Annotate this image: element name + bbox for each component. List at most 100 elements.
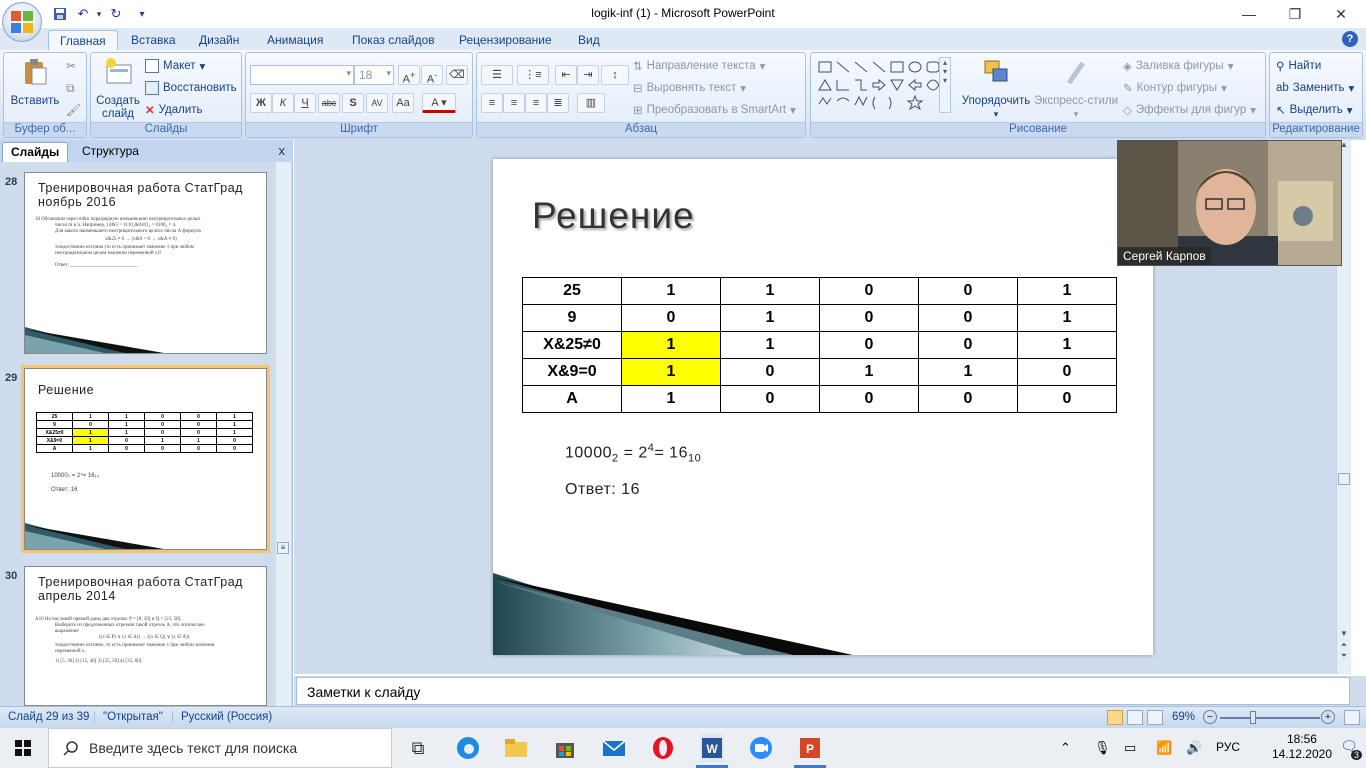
tab-outline[interactable]: Структура xyxy=(74,142,147,162)
close-button[interactable]: ✕ xyxy=(1318,0,1364,28)
smartart-button[interactable]: ⊞ Преобразовать в SmartArt ▾ xyxy=(633,103,796,117)
task-view-icon[interactable]: ⧉ xyxy=(404,734,432,762)
cut-icon[interactable]: ✂ xyxy=(66,59,76,73)
slide-thumbnail-30[interactable]: Тренировочная работа СтатГрад апрель 201… xyxy=(24,566,267,706)
layout-button[interactable]: Макет ▾ xyxy=(145,59,205,73)
truth-table[interactable]: 25 1 1 0 0 1 9 0 1 0 0 1 X&25≠0 1 1 0 0 1 X&9=0 1 0 1 1 0 A 1 0 0 0 0 xyxy=(522,277,1117,413)
table-cell[interactable]: 1 xyxy=(720,331,820,359)
underline-icon[interactable]: Ч xyxy=(294,93,316,113)
shadow-icon[interactable]: S xyxy=(342,93,364,113)
replace-button[interactable]: ab Заменить ▾ xyxy=(1276,81,1354,95)
grow-font-icon[interactable]: A+ xyxy=(398,65,420,86)
zoom-out-icon[interactable]: − xyxy=(1203,710,1217,724)
theme-name[interactable]: "Открытая" xyxy=(94,711,163,723)
zoom-in-icon[interactable]: + xyxy=(1321,710,1335,724)
table-cell[interactable]: 1 xyxy=(621,385,721,413)
char-spacing-icon[interactable]: AV xyxy=(366,93,388,113)
strikethrough-icon[interactable]: abc xyxy=(318,93,340,113)
table-cell[interactable]: 1 xyxy=(621,277,721,305)
notes-field[interactable]: Заметки к слайду xyxy=(296,677,1350,705)
table-cell[interactable]: 0 xyxy=(621,304,721,332)
paste-button[interactable]: Вставить xyxy=(8,57,62,108)
row-header-cell[interactable]: X&25≠0 xyxy=(522,331,622,359)
align-text-button[interactable]: ⊟ Выровнять текст ▾ xyxy=(633,81,746,95)
align-right-icon[interactable]: ≡ xyxy=(525,93,547,113)
delete-button[interactable]: ✕ Удалить xyxy=(145,103,203,117)
zoom-slider[interactable] xyxy=(1220,717,1320,719)
microphone-icon[interactable]: 🎙 xyxy=(1094,740,1111,756)
shapes-gallery-more-icon[interactable]: ▴ ▾ ▾ xyxy=(939,57,951,113)
table-cell[interactable]: 0 xyxy=(918,331,1018,359)
table-cell[interactable]: 0 xyxy=(1017,358,1117,386)
help-icon[interactable]: ? xyxy=(1342,31,1358,47)
volume-icon[interactable]: 🔊 xyxy=(1186,740,1202,756)
clear-format-icon[interactable]: ⌫ xyxy=(446,65,468,85)
font-family-select[interactable]: ▾ xyxy=(250,65,354,85)
tab-home[interactable]: Главная xyxy=(48,30,118,50)
scroll-thumb[interactable]: ≡ xyxy=(277,542,289,554)
row-header-cell[interactable]: A xyxy=(522,385,622,413)
table-cell[interactable]: 1 xyxy=(1017,304,1117,332)
zoom-slider-thumb[interactable] xyxy=(1250,711,1256,724)
numbering-icon[interactable]: ⋮≡ xyxy=(517,65,549,85)
table-cell[interactable]: 0 xyxy=(819,331,919,359)
slide-thumbnail-28[interactable]: Тренировочная работа СтатГрад ноябрь 201… xyxy=(24,172,267,354)
shape-outline-button[interactable]: ✎ Контур фигуры ▾ xyxy=(1123,81,1227,95)
file-explorer-icon[interactable] xyxy=(502,734,530,762)
input-language[interactable]: РУС xyxy=(1216,740,1240,754)
table-cell[interactable]: 1 xyxy=(918,358,1018,386)
zoom-level[interactable]: 69% xyxy=(1172,711,1195,723)
restore-button[interactable]: ❐ xyxy=(1272,0,1318,28)
format-painter-icon[interactable]: 🖌 xyxy=(66,103,81,117)
bullets-icon[interactable]: ☰ xyxy=(481,65,513,85)
table-cell[interactable]: 1 xyxy=(720,304,820,332)
scroll-thumb[interactable] xyxy=(1338,473,1350,485)
line-spacing-icon[interactable]: ↕ xyxy=(601,65,629,85)
slide-thumbnail-29[interactable]: Решение 25 1 1 0 0 1 9 0 1 0 0 1 X&25≠0 1 1 0 0 1 X&9=0 1 0 1… xyxy=(21,365,270,553)
normal-view-icon[interactable] xyxy=(1107,710,1123,725)
shapes-gallery[interactable] xyxy=(817,59,957,115)
show-hidden-icons[interactable]: ⌃ xyxy=(1060,740,1071,756)
bold-icon[interactable]: Ж xyxy=(250,93,272,113)
scroll-down-icon[interactable]: ▼ ⏶ ⏷ xyxy=(1337,628,1351,661)
arrange-button[interactable]: Упорядочить ▾ xyxy=(957,57,1035,121)
table-cell[interactable]: 1 xyxy=(621,358,721,386)
zoom-app-icon[interactable] xyxy=(747,734,775,762)
shrink-font-icon[interactable]: A- xyxy=(421,65,443,86)
table-cell[interactable]: 0 xyxy=(819,385,919,413)
slide-title[interactable]: Решение xyxy=(532,195,695,237)
table-cell[interactable]: 0 xyxy=(918,277,1018,305)
office-button[interactable] xyxy=(2,2,42,42)
table-cell[interactable]: 1 xyxy=(819,358,919,386)
justify-icon[interactable]: ≣ xyxy=(547,93,569,113)
table-cell[interactable]: 0 xyxy=(720,358,820,386)
fit-to-window-icon[interactable] xyxy=(1344,710,1360,725)
change-case-icon[interactable]: Aa xyxy=(392,93,414,113)
font-size-select[interactable]: 18 ▾ xyxy=(354,65,394,85)
copy-icon[interactable]: ⧉ xyxy=(66,81,75,96)
new-slide-button[interactable]: Создать слайд xyxy=(93,57,143,121)
columns-icon[interactable]: ▥ xyxy=(577,93,605,113)
reset-button[interactable]: Восстановить xyxy=(145,81,237,95)
select-button[interactable]: ↖ Выделить ▾ xyxy=(1276,103,1352,117)
row-header-cell[interactable]: 25 xyxy=(522,277,622,305)
tab-insert[interactable]: Вставка xyxy=(120,30,187,50)
tab-view[interactable]: Вид xyxy=(567,30,611,50)
slides-pane-scrollbar[interactable]: ≡ xyxy=(276,162,291,706)
row-header-cell[interactable]: 9 xyxy=(522,304,622,332)
decrease-indent-icon[interactable]: ⇤ xyxy=(555,65,577,85)
opera-icon[interactable] xyxy=(649,734,677,762)
text-direction-button[interactable]: ⇅ Направление текста ▾ xyxy=(633,59,765,73)
italic-icon[interactable]: К xyxy=(272,93,294,113)
slideshow-view-icon[interactable] xyxy=(1147,710,1163,725)
tab-slides[interactable]: Слайды xyxy=(2,142,69,162)
table-cell[interactable]: 0 xyxy=(1017,385,1117,413)
tab-animation[interactable]: Анимация xyxy=(256,30,334,50)
table-cell[interactable]: 0 xyxy=(819,304,919,332)
increase-indent-icon[interactable]: ⇥ xyxy=(577,65,599,85)
close-pane-icon[interactable]: x xyxy=(279,143,286,158)
row-header-cell[interactable]: X&9=0 xyxy=(522,358,622,386)
table-cell[interactable]: 0 xyxy=(720,385,820,413)
slide-answer[interactable]: Ответ: 16 xyxy=(565,481,640,499)
table-cell[interactable]: 0 xyxy=(918,304,1018,332)
